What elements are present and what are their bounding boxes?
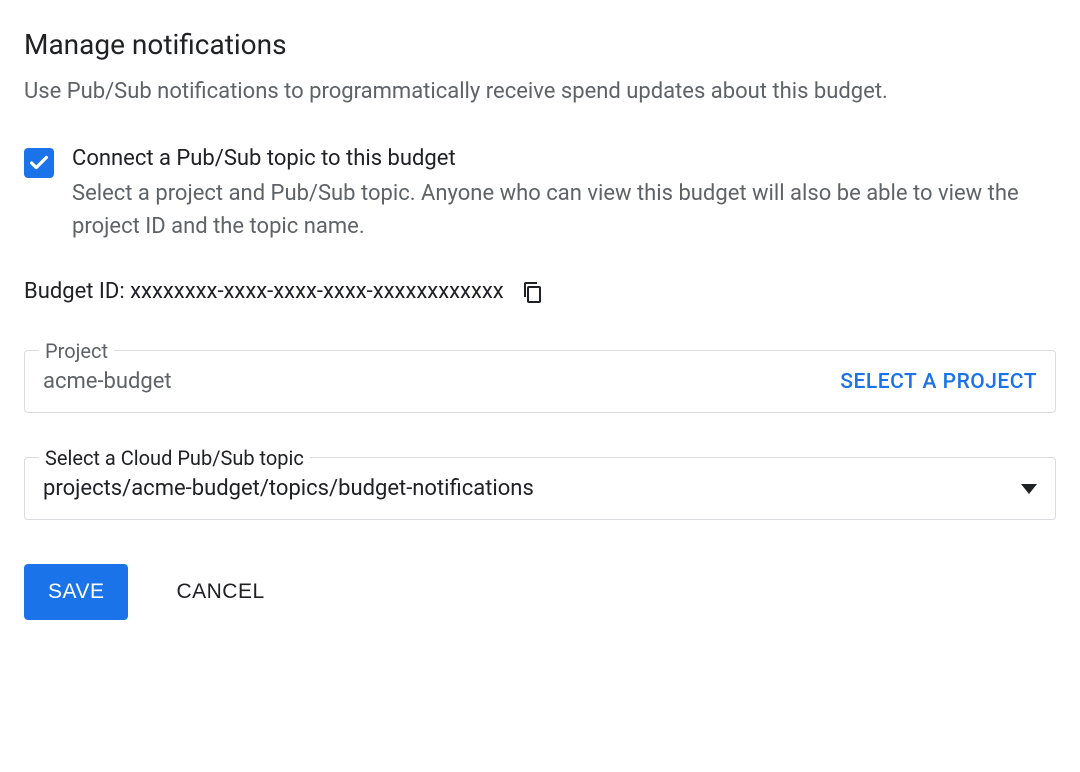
- budget-id-value: xxxxxxxx-xxxx-xxxx-xxxx-xxxxxxxxxxxx: [130, 279, 504, 304]
- check-icon: [28, 152, 50, 174]
- project-field: Project acme-budget SELECT A PROJECT: [24, 350, 1056, 413]
- section-title: Manage notifications: [24, 28, 1056, 61]
- save-button[interactable]: SAVE: [24, 564, 128, 620]
- copy-icon[interactable]: [520, 280, 544, 304]
- pubsub-checkbox-content: Connect a Pub/Sub topic to this budget S…: [72, 146, 1056, 243]
- pubsub-checkbox[interactable]: [24, 148, 54, 178]
- budget-id-text: Budget ID: xxxxxxxx-xxxx-xxxx-xxxx-xxxxx…: [24, 279, 504, 304]
- topic-field-label: Select a Cloud Pub/Sub topic: [39, 446, 310, 470]
- budget-id-label: Budget ID:: [24, 279, 130, 304]
- chevron-down-icon: [1021, 484, 1037, 494]
- cancel-button[interactable]: CANCEL: [176, 580, 264, 604]
- pubsub-checkbox-helper: Select a project and Pub/Sub topic. Anyo…: [72, 177, 1056, 243]
- pubsub-checkbox-row: Connect a Pub/Sub topic to this budget S…: [24, 146, 1056, 243]
- select-project-button[interactable]: SELECT A PROJECT: [840, 370, 1037, 394]
- section-description: Use Pub/Sub notifications to programmati…: [24, 75, 1056, 108]
- topic-field-value: projects/acme-budget/topics/budget-notif…: [43, 476, 534, 501]
- project-field-label: Project: [39, 339, 114, 363]
- budget-id-row: Budget ID: xxxxxxxx-xxxx-xxxx-xxxx-xxxxx…: [24, 279, 1056, 304]
- project-field-value: acme-budget: [43, 369, 172, 394]
- pubsub-checkbox-label: Connect a Pub/Sub topic to this budget: [72, 146, 1056, 171]
- topic-field[interactable]: Select a Cloud Pub/Sub topic projects/ac…: [24, 457, 1056, 520]
- button-row: SAVE CANCEL: [24, 564, 1056, 620]
